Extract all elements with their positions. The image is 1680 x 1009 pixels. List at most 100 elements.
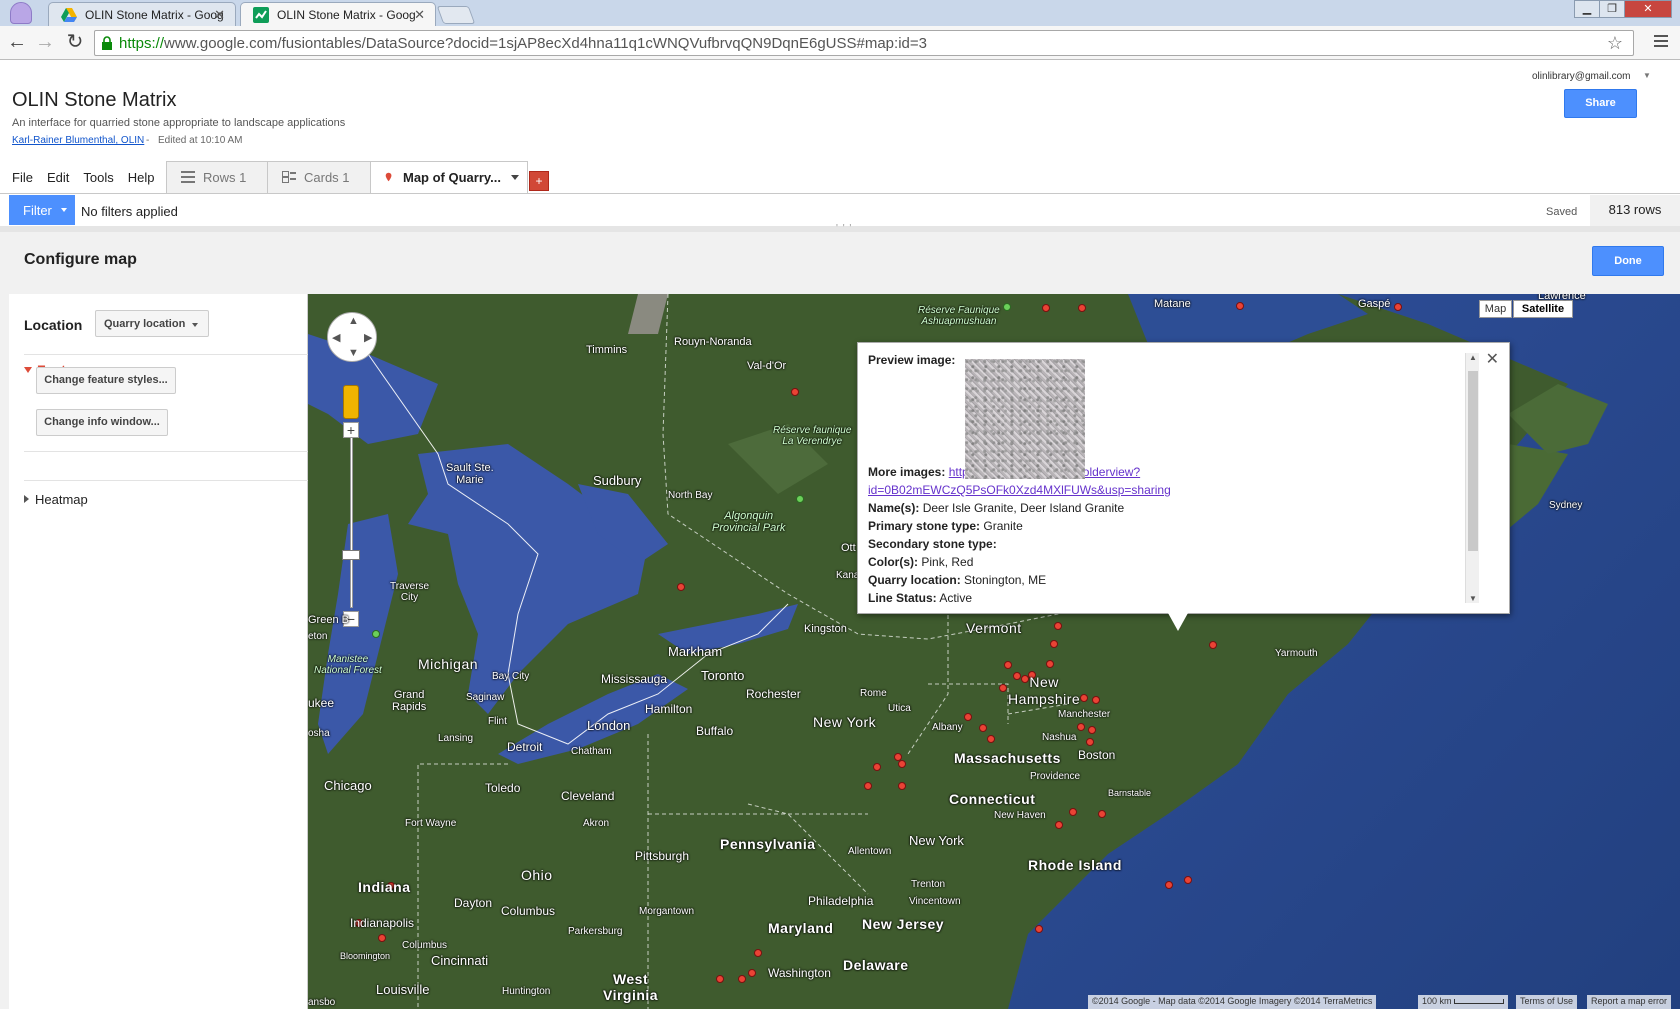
address-bar[interactable]: https://www.google.com/fusiontables/Data…	[94, 30, 1634, 56]
quarry-marker[interactable]	[1184, 876, 1192, 884]
quarry-marker[interactable]	[748, 969, 756, 977]
more-images-link-cont[interactable]: id=0B02mEWCzQ5PsOFk0Xzd4MXlFUWs&usp=shar…	[868, 483, 1171, 497]
map-label: Allentown	[848, 846, 892, 857]
restore-icon[interactable]: ❐	[1599, 0, 1625, 18]
report-map-error-link[interactable]: Report a map error	[1587, 995, 1672, 1009]
quarry-marker[interactable]	[1050, 640, 1058, 648]
quarry-marker[interactable]	[898, 760, 906, 768]
map-type-map-button[interactable]: Map	[1479, 300, 1512, 318]
account-email[interactable]: olinlibrary@gmail.com	[1532, 71, 1631, 82]
pan-up-icon[interactable]: ▲	[348, 315, 359, 327]
tab-map[interactable]: Map of Quarry...	[370, 161, 528, 194]
quarry-marker[interactable]	[1055, 821, 1063, 829]
back-icon[interactable]: ←	[6, 32, 28, 52]
browser-tab-active[interactable]: OLIN Stone Matrix - Goog ✕	[240, 2, 436, 27]
lock-icon	[102, 36, 112, 50]
map-label: Rochester	[746, 687, 801, 701]
zoom-slider-handle[interactable]	[342, 550, 360, 560]
chevron-down-icon[interactable]	[510, 175, 519, 180]
browser-menu-icon[interactable]	[1654, 35, 1668, 50]
map-label: Lansing	[438, 733, 474, 744]
done-button[interactable]: Done	[1592, 246, 1664, 276]
quarry-marker[interactable]	[1165, 881, 1173, 889]
quarry-marker[interactable]	[1078, 304, 1086, 312]
map-label: ansbo	[308, 997, 336, 1008]
quarry-marker[interactable]	[1004, 661, 1012, 669]
pan-right-icon[interactable]: ▶	[364, 331, 372, 344]
menu-edit[interactable]: Edit	[47, 170, 69, 185]
separator: -	[146, 135, 150, 146]
reload-icon[interactable]: ↻	[64, 32, 86, 52]
info-window-scrollbar[interactable]: ▲ ▼	[1465, 353, 1479, 603]
quarry-marker[interactable]	[677, 583, 685, 591]
scroll-down-icon[interactable]: ▼	[1469, 594, 1477, 603]
change-feature-styles-button[interactable]: Change feature styles...	[36, 367, 176, 394]
quarry-marker[interactable]	[1077, 723, 1085, 731]
quarry-marker[interactable]	[1046, 660, 1054, 668]
doc-author-link[interactable]: Karl-Rainer Blumenthal, OLIN	[12, 135, 144, 146]
quarry-marker[interactable]	[1394, 303, 1402, 311]
quarry-marker[interactable]	[1088, 726, 1096, 734]
quarry-marker[interactable]	[716, 975, 724, 983]
row-count: 813 rows	[1590, 195, 1680, 226]
menu-tools[interactable]: Tools	[83, 170, 113, 185]
tab-rows[interactable]: Rows 1	[166, 161, 268, 193]
zoom-slider[interactable]	[350, 430, 353, 608]
quarry-marker[interactable]	[987, 735, 995, 743]
close-tab-icon[interactable]: ✕	[414, 7, 425, 23]
scroll-up-icon[interactable]: ▲	[1469, 353, 1477, 362]
change-info-window-button[interactable]: Change info window...	[36, 409, 168, 436]
map-label: Sudbury	[593, 473, 642, 488]
pan-down-icon[interactable]: ▼	[348, 347, 359, 359]
quarry-marker[interactable]	[873, 763, 881, 771]
quarry-marker[interactable]	[738, 975, 746, 983]
quarry-marker[interactable]	[1080, 694, 1088, 702]
forward-icon[interactable]: →	[34, 32, 56, 52]
close-icon[interactable]: ✕	[1486, 349, 1499, 369]
close-tab-icon[interactable]: ✕	[214, 7, 225, 23]
add-tab-button[interactable]: +	[529, 171, 549, 191]
tab-cards-label: Cards 1	[304, 170, 350, 185]
new-tab-button[interactable]	[436, 6, 476, 24]
quarry-marker[interactable]	[1086, 738, 1094, 746]
quarry-marker[interactable]	[754, 949, 762, 957]
quarry-marker[interactable]	[964, 713, 972, 721]
close-window-icon[interactable]: ✕	[1624, 0, 1672, 18]
menu-file[interactable]: File	[12, 170, 33, 185]
share-button[interactable]: Share	[1564, 89, 1637, 118]
minimize-icon[interactable]: ▁	[1574, 0, 1600, 18]
browser-tab[interactable]: OLIN Stone Matrix - Goog ✕	[48, 2, 236, 26]
map-label: Chicago	[324, 778, 372, 793]
pan-control[interactable]: ▲ ▼ ◀ ▶	[327, 312, 377, 362]
profile-avatar-icon[interactable]	[10, 2, 32, 24]
pan-left-icon[interactable]: ◀	[332, 331, 340, 344]
terms-link[interactable]: Terms of Use	[1516, 995, 1578, 1009]
pegman-icon[interactable]	[343, 385, 359, 419]
quarry-marker[interactable]	[898, 782, 906, 790]
map-canvas[interactable]: Map Satellite ▲ ▼ ◀ ▶ + − Matane Gaspé L…	[308, 294, 1680, 1009]
heatmap-section[interactable]: Heatmap	[24, 492, 88, 507]
quarry-marker[interactable]	[1092, 696, 1100, 704]
quarry-marker[interactable]	[1069, 808, 1077, 816]
quarry-marker-selected[interactable]	[1209, 641, 1217, 649]
quarry-marker[interactable]	[1042, 304, 1050, 312]
tab-cards[interactable]: Cards 1	[267, 161, 371, 193]
bookmark-star-icon[interactable]: ☆	[1607, 33, 1623, 54]
quarry-marker[interactable]	[1236, 302, 1244, 310]
quarry-marker[interactable]	[979, 724, 987, 732]
quarry-marker[interactable]	[1098, 810, 1106, 818]
quarry-marker[interactable]	[864, 782, 872, 790]
zoom-in-button[interactable]: +	[343, 422, 359, 438]
quarry-marker[interactable]	[1035, 925, 1043, 933]
quarry-marker[interactable]	[1054, 622, 1062, 630]
map-label: Matane	[1154, 298, 1191, 310]
location-select[interactable]: Quarry location	[95, 310, 209, 337]
menu-help[interactable]: Help	[128, 170, 155, 185]
map-type-satellite-button[interactable]: Satellite	[1513, 300, 1573, 318]
chevron-down-icon[interactable]: ▼	[1643, 71, 1651, 80]
quarry-marker[interactable]	[791, 388, 799, 396]
scrollbar-thumb[interactable]	[1468, 371, 1478, 551]
quarry-marker[interactable]	[999, 684, 1007, 692]
map-label: Cincinnati	[431, 953, 489, 968]
quarry-marker[interactable]	[378, 934, 386, 942]
